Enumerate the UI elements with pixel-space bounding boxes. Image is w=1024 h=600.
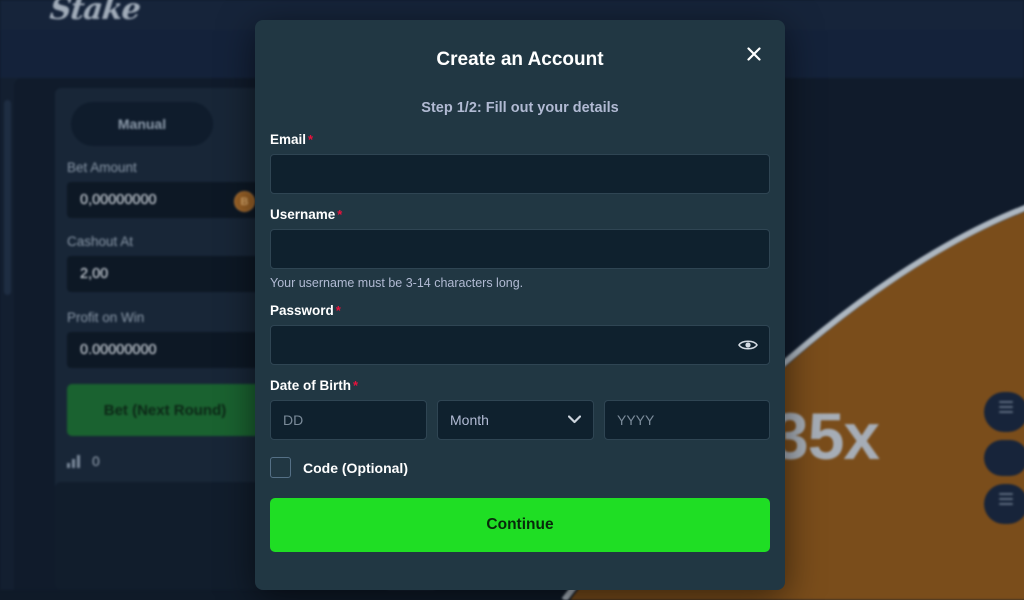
modal-body: Email * Username * Your username must be 3… [255, 116, 785, 552]
bet-panel: Manual Bet Amount 0,00000000 B Cashout A… [55, 88, 267, 498]
modal-header: Create an Account [255, 20, 785, 94]
dob-label: Date of Birth * [270, 378, 770, 393]
dob-year-wrapper [604, 400, 770, 440]
bet-amount-value: 0,00000000 [80, 192, 157, 208]
cashout-at-value: 2,00 [80, 266, 109, 282]
email-input[interactable] [270, 154, 770, 194]
dob-year-input[interactable] [604, 400, 770, 440]
password-label-text: Password [270, 303, 334, 318]
username-helper-text: Your username must be 3-14 characters lo… [270, 276, 524, 290]
bet-amount-input[interactable]: 0,00000000 B [67, 182, 263, 218]
bet-button[interactable]: Bet (Next Round) [67, 384, 263, 436]
code-checkbox-label[interactable]: Code (Optional) [303, 460, 408, 476]
continue-button[interactable]: Continue [270, 498, 770, 552]
chart-bars-icon [67, 455, 80, 468]
email-label-text: Email [270, 132, 307, 147]
bitcoin-icon: B [234, 191, 255, 212]
lines-icon [999, 401, 1013, 403]
stake-logo[interactable]: Stake [48, 0, 142, 27]
multiplier-value: 35x [772, 399, 880, 473]
dob-month-select[interactable]: Month [437, 400, 594, 440]
bet-amount-label: Bet Amount [67, 160, 137, 175]
close-glyph [747, 47, 761, 61]
lower-panel [55, 482, 267, 590]
email-label: Email * [270, 132, 770, 147]
lines-icon [999, 493, 1013, 495]
username-field-group: Username * Your username must be 3-14 cha… [270, 207, 770, 290]
username-label: Username * [270, 207, 770, 222]
stat-value: 0 [92, 453, 100, 469]
step-indicator: Step 1/2: Fill out your details [421, 100, 619, 116]
password-input-wrapper [270, 325, 770, 365]
username-input[interactable] [270, 229, 770, 269]
password-input[interactable] [270, 325, 770, 365]
side-action-button-1[interactable] [984, 392, 1024, 432]
dob-inputs-row: Month [270, 400, 770, 440]
dob-day-wrapper [270, 400, 427, 440]
eye-icon[interactable] [738, 335, 758, 355]
profit-on-win-value-box: 0.00000000 [67, 332, 263, 368]
password-field-group: Password * [270, 303, 770, 365]
dob-day-input[interactable] [270, 400, 427, 440]
cashout-at-label: Cashout At [67, 234, 134, 249]
required-marker: * [353, 378, 359, 393]
code-checkbox[interactable] [270, 457, 291, 478]
side-action-button-3[interactable] [984, 484, 1024, 524]
stat-row: 0 [67, 453, 100, 469]
close-icon[interactable] [741, 41, 767, 67]
required-marker: * [337, 207, 343, 222]
eye-glyph [738, 340, 758, 350]
bet-button-label: Bet (Next Round) [103, 401, 227, 419]
dob-field-group: Date of Birth* Month [270, 378, 770, 440]
required-marker: * [308, 132, 314, 147]
password-label: Password * [270, 303, 770, 318]
tab-manual-label: Manual [117, 116, 167, 132]
scrollbar[interactable] [4, 100, 11, 295]
cashout-at-input[interactable]: 2,00 [67, 256, 263, 292]
profit-on-win-value: 0.00000000 [80, 342, 157, 358]
side-action-button-2[interactable] [984, 440, 1024, 476]
required-marker: * [335, 303, 341, 318]
profit-on-win-label: Profit on Win [67, 310, 145, 325]
create-account-modal: Create an Account Step 1/2: Fill out you… [255, 20, 785, 590]
email-field-group: Email * [270, 132, 770, 194]
dob-label-text: Date of Birth [270, 378, 351, 393]
code-checkbox-row: Code (Optional) [270, 457, 770, 478]
username-label-text: Username [270, 207, 336, 222]
tab-manual[interactable]: Manual [71, 102, 213, 146]
modal-title: Create an Account [436, 49, 604, 70]
dob-month-wrapper: Month [437, 400, 594, 440]
